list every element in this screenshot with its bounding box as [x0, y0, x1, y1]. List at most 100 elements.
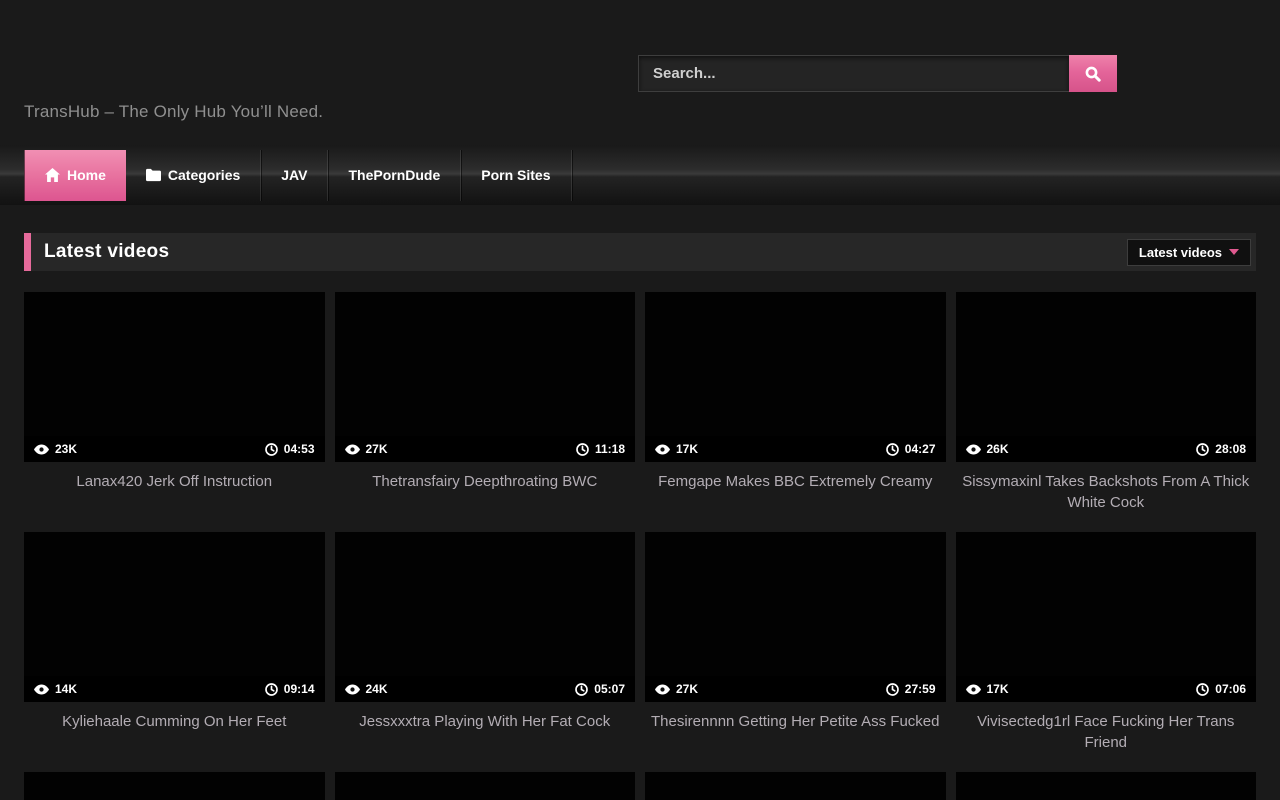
duration-value: 04:53 — [284, 442, 315, 456]
sort-dropdown-label: Latest videos — [1139, 245, 1222, 260]
views-stat: 23K — [34, 442, 77, 456]
eye-icon — [345, 444, 360, 455]
clock-icon — [886, 683, 899, 696]
video-stats: 14K 09:14 — [24, 676, 325, 702]
section-title: Latest videos — [44, 241, 169, 263]
sort-dropdown[interactable]: Latest videos — [1127, 239, 1251, 266]
video-card[interactable]: 23K 04:53 Lanax420 Jerk Off Instruction — [24, 292, 325, 532]
main-nav: Home Categories JAV ThePornDude Porn Sit… — [0, 145, 1280, 205]
duration-stat: 04:53 — [265, 442, 315, 456]
nav-item-label: Categories — [168, 167, 240, 183]
section-header: Latest videos Latest videos — [24, 233, 1256, 271]
video-card[interactable]: 17K 07:06 Vivisectedg1rl Face Fucking He… — [956, 532, 1257, 772]
nav-item-label: ThePornDude — [348, 167, 440, 183]
nav-item-theporndude[interactable]: ThePornDude — [328, 150, 461, 201]
video-card[interactable] — [645, 772, 946, 800]
video-thumbnail[interactable]: 24K 05:07 — [335, 532, 636, 702]
views-count: 17K — [676, 442, 698, 456]
views-stat: 26K — [966, 442, 1009, 456]
duration-value: 28:08 — [1215, 442, 1246, 456]
video-thumbnail[interactable]: 17K 07:06 — [956, 532, 1257, 702]
eye-icon — [966, 684, 981, 695]
video-title[interactable]: Kyliehaale Cumming On Her Feet — [24, 702, 325, 732]
video-title[interactable]: Jessxxxtra Playing With Her Fat Cock — [335, 702, 636, 732]
video-thumbnail[interactable]: 26K 28:08 — [956, 292, 1257, 462]
duration-stat: 09:14 — [265, 682, 315, 696]
views-count: 26K — [987, 442, 1009, 456]
nav-item-label: JAV — [281, 167, 307, 183]
main-content: Latest videos Latest videos 23K — [0, 233, 1280, 800]
video-thumbnail[interactable]: 23K 04:53 — [24, 292, 325, 462]
nav-item-home[interactable]: Home — [24, 150, 126, 201]
video-title[interactable]: Vivisectedg1rl Face Fucking Her Trans Fr… — [956, 702, 1257, 753]
eye-icon — [345, 684, 360, 695]
views-count: 24K — [366, 682, 388, 696]
duration-stat: 11:18 — [576, 442, 625, 456]
views-stat: 17K — [655, 442, 698, 456]
clock-icon — [1196, 443, 1209, 456]
nav-menu: Home Categories JAV ThePornDude Porn Sit… — [24, 150, 572, 201]
video-card[interactable]: 27K 27:59 Thesirennnn Getting Her Petite… — [645, 532, 946, 772]
video-card[interactable]: 17K 04:27 Femgape Makes BBC Extremely Cr… — [645, 292, 946, 532]
nav-item-porn-sites[interactable]: Porn Sites — [461, 150, 571, 201]
video-title[interactable]: Lanax420 Jerk Off Instruction — [24, 462, 325, 492]
video-stats: 27K 27:59 — [645, 676, 946, 702]
video-card[interactable]: 14K 09:14 Kyliehaale Cumming On Her Feet — [24, 532, 325, 772]
duration-value: 05:07 — [594, 682, 625, 696]
views-count: 23K — [55, 442, 77, 456]
eye-icon — [966, 444, 981, 455]
video-card[interactable] — [24, 772, 325, 800]
video-card[interactable]: 26K 28:08 Sissymaxinl Takes Backshots Fr… — [956, 292, 1257, 532]
video-card[interactable] — [956, 772, 1257, 800]
views-stat: 27K — [345, 442, 388, 456]
duration-value: 09:14 — [284, 682, 315, 696]
video-card[interactable]: 27K 11:18 Thetransfairy Deepthroating BW… — [335, 292, 636, 532]
views-count: 14K — [55, 682, 77, 696]
video-title[interactable]: Sissymaxinl Takes Backshots From A Thick… — [956, 462, 1257, 513]
clock-icon — [575, 683, 588, 696]
duration-stat: 05:07 — [575, 682, 625, 696]
video-grid: 23K 04:53 Lanax420 Jerk Off Instruction — [24, 292, 1256, 800]
video-thumbnail[interactable] — [956, 772, 1257, 800]
duration-stat: 07:06 — [1196, 682, 1246, 696]
site-tagline: TransHub – The Only Hub You’ll Need. — [24, 102, 323, 122]
nav-item-categories[interactable]: Categories — [126, 150, 261, 201]
eye-icon — [34, 684, 49, 695]
clock-icon — [576, 443, 589, 456]
video-thumbnail[interactable]: 27K 27:59 — [645, 532, 946, 702]
video-title[interactable]: Femgape Makes BBC Extremely Creamy — [645, 462, 946, 492]
video-thumbnail[interactable] — [645, 772, 946, 800]
views-count: 27K — [676, 682, 698, 696]
video-thumbnail[interactable]: 14K 09:14 — [24, 532, 325, 702]
nav-item-jav[interactable]: JAV — [261, 150, 328, 201]
duration-value: 27:59 — [905, 682, 936, 696]
views-count: 17K — [987, 682, 1009, 696]
video-card[interactable]: 24K 05:07 Jessxxxtra Playing With Her Fa… — [335, 532, 636, 772]
video-card[interactable] — [335, 772, 636, 800]
page: TransHub – The Only Hub You’ll Need. Hom… — [0, 0, 1280, 800]
nav-item-label: Porn Sites — [481, 167, 550, 183]
video-thumbnail[interactable]: 17K 04:27 — [645, 292, 946, 462]
views-stat: 27K — [655, 682, 698, 696]
duration-stat: 27:59 — [886, 682, 936, 696]
video-thumbnail[interactable] — [24, 772, 325, 800]
video-thumbnail[interactable] — [335, 772, 636, 800]
nav-item-label: Home — [67, 167, 106, 183]
video-title[interactable]: Thetransfairy Deepthroating BWC — [335, 462, 636, 492]
site-header: TransHub – The Only Hub You’ll Need. — [0, 0, 1280, 145]
clock-icon — [265, 443, 278, 456]
search-button[interactable] — [1069, 55, 1117, 92]
video-stats: 23K 04:53 — [24, 436, 325, 462]
home-icon — [45, 168, 60, 182]
clock-icon — [1196, 683, 1209, 696]
video-stats: 26K 28:08 — [956, 436, 1257, 462]
clock-icon — [886, 443, 899, 456]
chevron-down-icon — [1229, 249, 1239, 255]
video-stats: 17K 04:27 — [645, 436, 946, 462]
search-form — [638, 55, 1117, 92]
video-title[interactable]: Thesirennnn Getting Her Petite Ass Fucke… — [645, 702, 946, 732]
eye-icon — [655, 444, 670, 455]
search-input[interactable] — [638, 55, 1069, 92]
eye-icon — [655, 684, 670, 695]
video-thumbnail[interactable]: 27K 11:18 — [335, 292, 636, 462]
